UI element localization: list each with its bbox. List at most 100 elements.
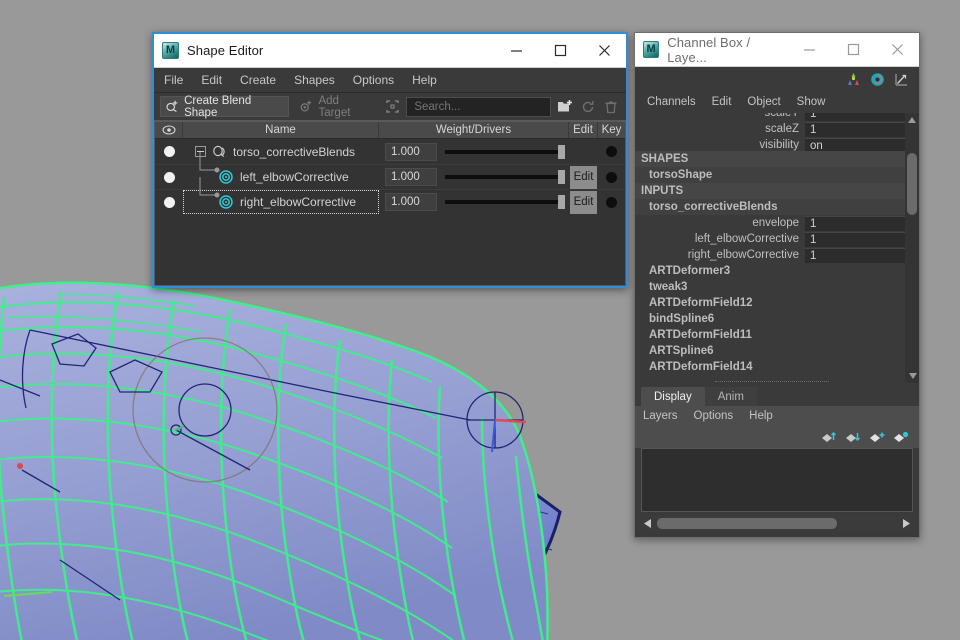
menu-channels[interactable]: Channels bbox=[647, 96, 696, 108]
node-artdeformer3[interactable]: ARTDeformer3 bbox=[635, 263, 905, 279]
shape-editor-window[interactable]: M Shape Editor File Edit Create Shapes O… bbox=[152, 32, 628, 288]
scroll-right-arrow-icon[interactable] bbox=[901, 518, 911, 529]
close-icon[interactable] bbox=[582, 34, 626, 67]
minimize-icon[interactable] bbox=[787, 33, 831, 66]
attr-row[interactable]: left_elbowCorrective 1 bbox=[635, 231, 905, 247]
attr-row[interactable]: visibility on bbox=[635, 137, 905, 151]
table-row[interactable]: right_elbowCorrective 1.000 Edit bbox=[155, 177, 625, 214]
column-header-name[interactable]: Name bbox=[183, 122, 379, 138]
column-header-key[interactable]: Key bbox=[598, 122, 625, 138]
row-visibility-toggle[interactable] bbox=[155, 171, 183, 183]
attr-row[interactable]: scaleZ 1 bbox=[635, 121, 905, 137]
transform-attributes[interactable]: scaleY 1 scaleZ 1 visibility on bbox=[635, 113, 919, 151]
graph-editor-icon[interactable] bbox=[894, 72, 909, 87]
weight-value-field[interactable]: 1.000 bbox=[385, 142, 437, 161]
node-bindspline6[interactable]: bindSpline6 bbox=[635, 311, 905, 327]
menu-edit[interactable]: Edit bbox=[712, 96, 732, 108]
scroll-down-arrow-icon[interactable] bbox=[908, 372, 918, 380]
menu-help[interactable]: Help bbox=[749, 410, 773, 422]
node-artspline6[interactable]: ARTSpline6 bbox=[635, 343, 905, 359]
table-row[interactable]: left_elbowCorrective 1.000 Edit bbox=[155, 152, 625, 189]
close-icon[interactable] bbox=[875, 33, 919, 66]
menu-edit[interactable]: Edit bbox=[201, 73, 222, 87]
shape-editor-menubar[interactable]: File Edit Create Shapes Options Help bbox=[154, 68, 626, 93]
node-artdeformfield11[interactable]: ARTDeformField11 bbox=[635, 327, 905, 343]
menu-object[interactable]: Object bbox=[747, 96, 780, 108]
menu-help[interactable]: Help bbox=[412, 73, 437, 87]
slider-handle[interactable] bbox=[558, 170, 565, 184]
column-header-weight[interactable]: Weight/Drivers bbox=[379, 122, 569, 138]
attr-value[interactable]: 1 bbox=[805, 113, 905, 121]
channel-box-icon[interactable] bbox=[846, 72, 861, 87]
table-row[interactable]: torso_correctiveBlends 1.000 bbox=[155, 139, 625, 164]
move-layer-down-icon[interactable] bbox=[845, 431, 861, 444]
channel-list[interactable]: SHAPES torsoShape INPUTS torso_correctiv… bbox=[635, 151, 919, 383]
attr-scroll-top[interactable] bbox=[905, 113, 919, 151]
maximize-icon[interactable] bbox=[831, 33, 875, 66]
row-weight-cell[interactable]: 1.000 bbox=[379, 139, 569, 164]
weight-value-field[interactable]: 1.000 bbox=[385, 193, 437, 211]
tab-anim[interactable]: Anim bbox=[704, 387, 757, 406]
row-edit-cell[interactable]: Edit bbox=[569, 190, 598, 214]
channel-box-menubar[interactable]: Channels Edit Object Show bbox=[635, 91, 919, 113]
delete-icon[interactable] bbox=[602, 97, 620, 116]
new-layer-from-selection-icon[interactable] bbox=[893, 431, 909, 444]
scroll-left-arrow-icon[interactable] bbox=[643, 518, 653, 529]
edit-button[interactable]: Edit bbox=[570, 190, 597, 214]
weight-slider[interactable] bbox=[445, 143, 565, 161]
row-key-cell[interactable] bbox=[598, 171, 625, 183]
node-artdeformfield14[interactable]: ARTDeformField14 bbox=[635, 359, 905, 375]
resize-grip[interactable] bbox=[715, 381, 829, 382]
attr-row[interactable]: scaleY 1 bbox=[635, 113, 905, 121]
menu-shapes[interactable]: Shapes bbox=[294, 73, 335, 87]
column-header-visibility[interactable] bbox=[155, 122, 183, 138]
weight-slider[interactable] bbox=[445, 168, 565, 186]
attr-row[interactable]: envelope 1 bbox=[635, 215, 905, 231]
layer-tabs[interactable]: Display Anim bbox=[635, 387, 919, 406]
row-edit-cell[interactable]: Edit bbox=[569, 165, 598, 189]
shape-editor-titlebar[interactable]: M Shape Editor bbox=[154, 34, 626, 68]
menu-file[interactable]: File bbox=[164, 73, 183, 87]
row-key-cell[interactable] bbox=[598, 196, 625, 208]
slider-handle[interactable] bbox=[558, 195, 565, 209]
search-input[interactable] bbox=[414, 100, 569, 113]
layer-horizontal-scrollbar[interactable] bbox=[641, 515, 913, 531]
menu-layers[interactable]: Layers bbox=[643, 410, 678, 422]
row-visibility-toggle[interactable] bbox=[155, 196, 183, 208]
layer-list-area[interactable] bbox=[641, 448, 913, 512]
menu-show[interactable]: Show bbox=[797, 96, 826, 108]
row-name-cell[interactable]: right_elbowCorrective bbox=[183, 177, 379, 214]
attr-value[interactable]: 1 bbox=[805, 215, 905, 231]
shape-editor-toolbar[interactable]: Create Blend Shape Add Target bbox=[154, 93, 626, 120]
weight-slider[interactable] bbox=[445, 193, 565, 211]
row-visibility-toggle[interactable] bbox=[155, 146, 183, 157]
minimize-icon[interactable] bbox=[494, 34, 538, 67]
attr-value[interactable]: 1 bbox=[805, 247, 905, 263]
group-icon[interactable] bbox=[383, 97, 401, 116]
menu-create[interactable]: Create bbox=[240, 73, 276, 87]
add-target-button[interactable]: Add Target bbox=[294, 95, 378, 119]
channel-box-titlebar[interactable]: M Channel Box / Laye... bbox=[635, 33, 919, 67]
create-blend-shape-button[interactable]: Create Blend Shape bbox=[160, 95, 290, 119]
layer-editor[interactable]: Display Anim Layers Options Help bbox=[635, 387, 919, 531]
layer-toolbar[interactable] bbox=[635, 426, 919, 448]
node-tweak3[interactable]: tweak3 bbox=[635, 279, 905, 295]
layer-menubar[interactable]: Layers Options Help bbox=[635, 406, 919, 426]
node-artdeformfield12[interactable]: ARTDeformField12 bbox=[635, 295, 905, 311]
attr-value[interactable]: 1 bbox=[805, 231, 905, 247]
search-field[interactable] bbox=[406, 96, 569, 117]
edit-button[interactable]: Edit bbox=[570, 165, 597, 189]
channel-box-window[interactable]: M Channel Box / Laye... Channels Edit Ob… bbox=[634, 32, 920, 538]
slider-handle[interactable] bbox=[558, 144, 565, 159]
weight-value-field[interactable]: 1.000 bbox=[385, 168, 437, 186]
maximize-icon[interactable] bbox=[538, 34, 582, 67]
attr-row[interactable]: right_elbowCorrective 1 bbox=[635, 247, 905, 263]
refresh-icon[interactable] bbox=[579, 97, 597, 116]
row-weight-cell[interactable]: 1.000 bbox=[379, 190, 569, 214]
new-folder-icon[interactable] bbox=[556, 97, 574, 116]
row-key-cell[interactable] bbox=[598, 146, 625, 157]
new-layer-icon[interactable] bbox=[869, 431, 885, 444]
attr-value[interactable]: on bbox=[805, 137, 905, 151]
row-weight-cell[interactable]: 1.000 bbox=[379, 165, 569, 189]
node-torso-shape[interactable]: torsoShape bbox=[635, 167, 905, 183]
